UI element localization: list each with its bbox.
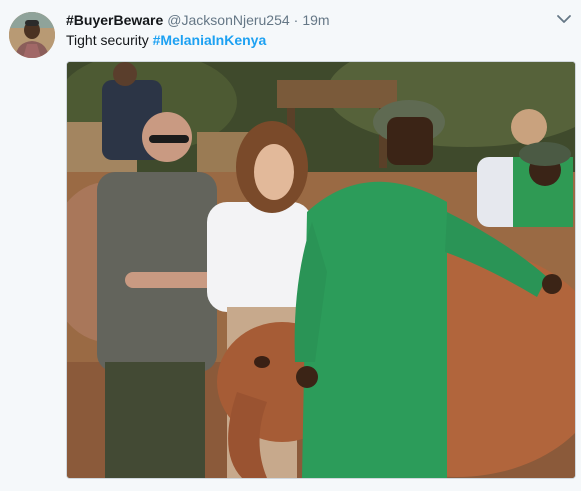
user-avatar[interactable] — [9, 12, 55, 58]
separator-dot: · — [293, 12, 299, 28]
display-name[interactable]: #BuyerBeware — [66, 12, 163, 28]
hashtag-link[interactable]: #MelaniaInKenya — [153, 32, 267, 48]
tweet-header: #BuyerBeware @JacksonNjeru254 · 19m — [66, 11, 330, 29]
tweet-text: Tight security #MelaniaInKenya — [66, 31, 266, 49]
tweet-timestamp[interactable]: 19m — [302, 12, 329, 28]
photo-scene — [67, 62, 575, 478]
tweet-photo[interactable] — [66, 61, 576, 479]
tweet: #BuyerBeware @JacksonNjeru254 · 19m Tight s… — [0, 0, 581, 491]
user-handle[interactable]: @JacksonNjeru254 — [167, 12, 289, 28]
chevron-down-icon[interactable] — [556, 12, 572, 26]
tweet-text-plain: Tight security — [66, 32, 153, 48]
avatar-photo — [9, 12, 55, 58]
